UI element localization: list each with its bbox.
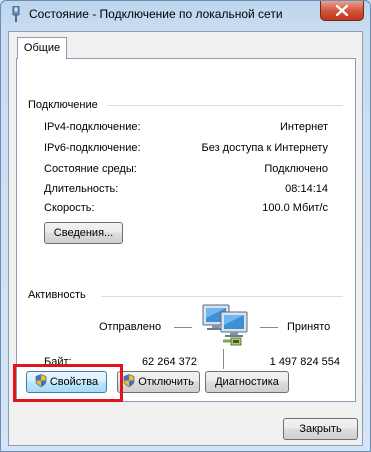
- ipv4-label: IPv4-подключение:: [44, 121, 141, 133]
- network-activity-icon: [197, 301, 255, 354]
- disable-button[interactable]: Отключить: [117, 371, 200, 393]
- window-title: Состояние - Подключение по локальной сет…: [29, 7, 283, 21]
- status-dialog-window: Состояние - Подключение по локальной сет…: [0, 0, 371, 452]
- close-button[interactable]: Закрыть: [283, 418, 358, 440]
- sent-label: Отправлено: [99, 321, 162, 333]
- ipv6-label: IPv6-подключение:: [44, 142, 141, 154]
- general-tab-panel: Подключение IPv4-подключение: Интернет I…: [16, 58, 356, 402]
- connection-group-title: Подключение: [28, 99, 102, 111]
- ipv6-value: Без доступа к Интернету: [201, 142, 328, 154]
- activity-separator: [223, 349, 224, 369]
- sent-line: [174, 327, 192, 328]
- highlight-annotation: [13, 364, 123, 402]
- bytes-received-value: 1 497 824 554: [269, 356, 340, 368]
- details-button-label: Сведения...: [53, 227, 114, 239]
- received-label: Принято: [287, 321, 331, 333]
- ipv4-value: Интернет: [280, 121, 328, 133]
- speed-value: 100.0 Мбит/с: [262, 202, 328, 214]
- details-button[interactable]: Сведения...: [44, 222, 123, 244]
- disable-button-label: Отключить: [138, 376, 194, 388]
- connection-group-divider: [107, 105, 343, 106]
- network-connection-icon: [9, 5, 23, 22]
- duration-value: 08:14:14: [285, 183, 328, 195]
- close-window-button[interactable]: [320, 1, 364, 21]
- media-state-value: Подключено: [264, 163, 328, 175]
- diagnose-button[interactable]: Диагностика: [205, 371, 289, 393]
- bytes-sent-value: 62 264 372: [141, 356, 197, 368]
- uac-shield-icon: [123, 374, 135, 390]
- media-state-label: Состояние среды:: [44, 163, 137, 175]
- title-bar[interactable]: Состояние - Подключение по локальной сет…: [1, 1, 370, 29]
- duration-label: Длительность:: [44, 183, 119, 195]
- close-icon: [336, 5, 348, 16]
- activity-group-divider: [101, 296, 343, 297]
- tab-general-label: Общие: [23, 42, 61, 54]
- received-line: [260, 327, 278, 328]
- close-button-label: Закрыть: [299, 423, 342, 435]
- diagnose-button-label: Диагностика: [215, 376, 279, 388]
- tab-general[interactable]: Общие: [17, 37, 67, 59]
- speed-label: Скорость:: [44, 202, 95, 214]
- activity-group-title: Активность: [28, 289, 90, 301]
